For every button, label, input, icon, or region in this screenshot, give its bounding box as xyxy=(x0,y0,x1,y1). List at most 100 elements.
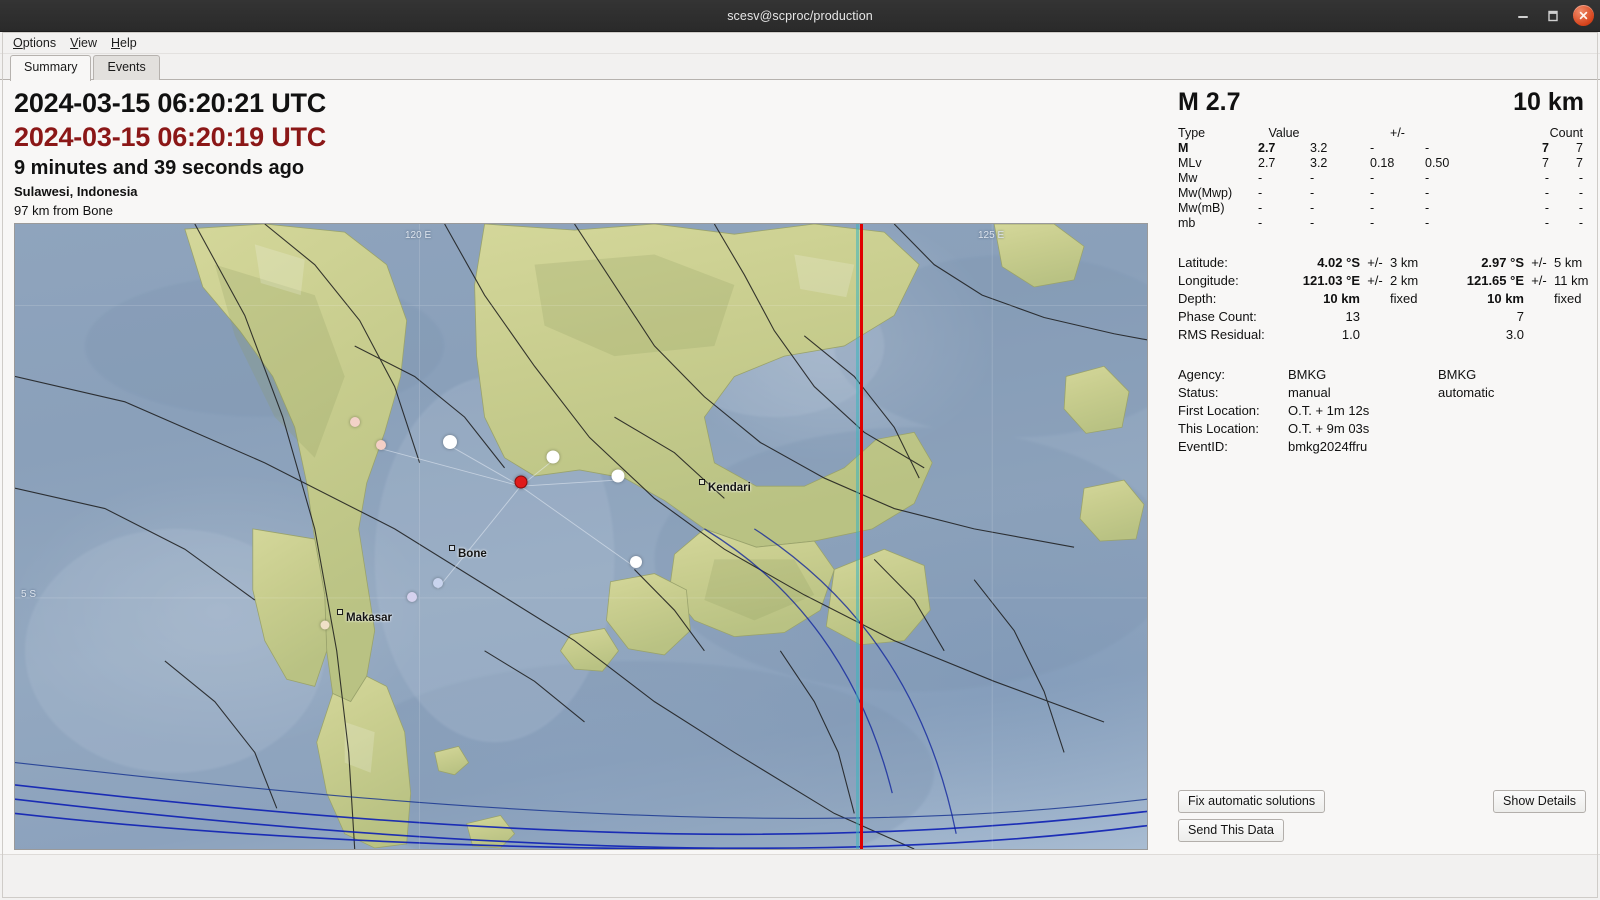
latitude-err: 3 km xyxy=(1390,254,1419,270)
close-icon[interactable] xyxy=(1573,5,1594,26)
mag-value-alt: - xyxy=(1310,201,1315,215)
first-location-label: First Location: xyxy=(1178,402,1260,418)
phase-count-pm xyxy=(1360,307,1390,325)
mag-count: 7 xyxy=(1542,156,1549,170)
tab-strip: Summary Events xyxy=(0,54,1600,81)
station-marker xyxy=(433,578,443,588)
distance-label: 97 km from Bone xyxy=(14,203,113,218)
depth-value2: 10 km xyxy=(1323,290,1360,306)
station-marker xyxy=(443,435,457,449)
table-row: M 2.7 3.2 - - 7 7 xyxy=(1170,141,1589,156)
mag-count: - xyxy=(1544,201,1549,215)
spacer-after-location-table xyxy=(1170,343,1588,365)
fix-automatic-solutions-button[interactable]: Fix automatic solutions xyxy=(1178,790,1326,813)
depth-pm xyxy=(1360,289,1390,307)
latitude-value-alt: 2.97 °S xyxy=(1481,254,1524,270)
origin-time: 2024-03-15 06:20:21 UTC xyxy=(14,88,327,118)
rms-residual-pm xyxy=(1360,325,1390,343)
table-row: Mw - - - - - - xyxy=(1170,171,1589,186)
title-bar: scesv@scproc/production xyxy=(0,0,1600,32)
reference-time: 2024-03-15 06:20:19 UTC xyxy=(14,122,327,152)
col-type: Type xyxy=(1178,126,1206,140)
rms-residual-err xyxy=(1390,325,1444,343)
first-location-value-alt xyxy=(1438,401,1588,419)
send-this-data-button[interactable]: Send This Data xyxy=(1178,819,1284,842)
latitude-value: 4.02 °S xyxy=(1317,254,1360,270)
depth-label: Depth: xyxy=(1178,290,1217,306)
mag-err-alt: - xyxy=(1425,186,1430,200)
map-vertical-marker xyxy=(856,224,863,849)
table-row: This Location: O.T. + 9m 03s xyxy=(1170,419,1588,437)
mag-count-alt: 7 xyxy=(1576,141,1583,155)
map-vector-layer xyxy=(15,224,1147,849)
table-row: EventID: bmkg2024ffru xyxy=(1170,437,1588,455)
mag-err: - xyxy=(1370,201,1375,215)
col-count-sp xyxy=(1505,126,1549,141)
event-id-label: EventID: xyxy=(1178,438,1228,454)
first-location-value: O.T. + 1m 12s xyxy=(1288,402,1370,418)
menu-options-label: ptions xyxy=(22,35,57,50)
mag-value: - xyxy=(1258,171,1263,185)
mag-count: - xyxy=(1544,216,1549,230)
window-controls xyxy=(1513,0,1594,31)
station-marker xyxy=(350,417,360,427)
station-marker xyxy=(320,620,330,630)
table-row: Latitude: 4.02 °S +/- 3 km 2.97 °S +/- 5… xyxy=(1170,253,1600,271)
rms-residual-label: RMS Residual: xyxy=(1178,326,1265,342)
tab-summary[interactable]: Summary xyxy=(10,55,92,81)
latitude-label: Latitude: xyxy=(1178,254,1228,270)
col-value-alt xyxy=(1310,126,1370,141)
station-marker xyxy=(546,450,560,464)
status-bar xyxy=(0,854,1600,900)
agency-value: BMKG xyxy=(1288,366,1327,382)
col-value: Value xyxy=(1268,126,1300,140)
depth-value: 10 km xyxy=(1513,88,1584,116)
city-marker-kendari xyxy=(699,479,705,485)
longitude-value-alt: 121.65 °E xyxy=(1466,272,1524,288)
col-plusminus: +/- xyxy=(1390,126,1405,140)
mag-value-alt: - xyxy=(1310,186,1315,200)
mag-value: - xyxy=(1258,201,1263,215)
tab-events[interactable]: Events xyxy=(93,55,160,80)
phase-count-value: 13 xyxy=(1345,308,1360,324)
mag-type: Mw(Mwp) xyxy=(1178,186,1233,200)
mag-value: - xyxy=(1258,186,1263,200)
table-row: Mw(mB) - - - - - - xyxy=(1170,201,1589,216)
mag-count: - xyxy=(1544,186,1549,200)
mag-type: MLv xyxy=(1178,156,1202,170)
depth-fixed: fixed xyxy=(1390,290,1418,306)
phase-count-pm-alt xyxy=(1524,307,1554,325)
maximize-icon[interactable] xyxy=(1543,6,1563,26)
menu-view[interactable]: View xyxy=(63,34,104,52)
show-details-button[interactable]: Show Details xyxy=(1493,790,1586,813)
rms-residual-value-alt: 3.0 xyxy=(1505,326,1524,342)
status-value-alt: automatic xyxy=(1438,384,1495,400)
mag-err-alt: - xyxy=(1425,216,1430,230)
mag-count-alt: - xyxy=(1578,201,1583,215)
table-row: Longitude: 121.03 °E +/- 2 km 121.65 °E … xyxy=(1170,271,1600,289)
mag-value-alt: - xyxy=(1310,171,1315,185)
depth-value-alt: 10 km xyxy=(1487,290,1524,306)
latitude-pm-alt: +/- xyxy=(1531,254,1547,270)
elapsed-time: 9 minutes and 39 seconds ago xyxy=(14,157,305,179)
mag-count-alt: - xyxy=(1578,186,1583,200)
spacer-after-magnitude-table xyxy=(1170,231,1588,253)
minimize-icon[interactable] xyxy=(1513,6,1533,26)
longitude-label: Longitude: xyxy=(1178,272,1239,288)
map-panel[interactable]: 120 E 125 E 5 S Kendari Bone Makasar xyxy=(14,223,1148,850)
table-row: Phase Count: 13 7 xyxy=(1170,307,1600,325)
mag-count-alt: - xyxy=(1578,171,1583,185)
application-window: scesv@scproc/production Options View Hel… xyxy=(0,0,1600,900)
table-row: MLv 2.7 3.2 0.18 0.50 7 7 xyxy=(1170,156,1589,171)
menu-help[interactable]: Help xyxy=(104,34,144,52)
summary-line: M 2.7 10 km xyxy=(1170,88,1588,117)
mag-err-alt: - xyxy=(1425,201,1430,215)
mag-value: - xyxy=(1258,216,1263,230)
menu-view-mnemonic: V xyxy=(70,35,79,50)
mag-value: 2.7 xyxy=(1258,141,1276,155)
mag-type: Mw xyxy=(1178,171,1198,185)
station-marker xyxy=(611,469,625,483)
menu-options[interactable]: Options xyxy=(6,34,63,52)
status-label: Status: xyxy=(1178,384,1219,400)
magnitude-value: M 2.7 xyxy=(1178,88,1241,116)
